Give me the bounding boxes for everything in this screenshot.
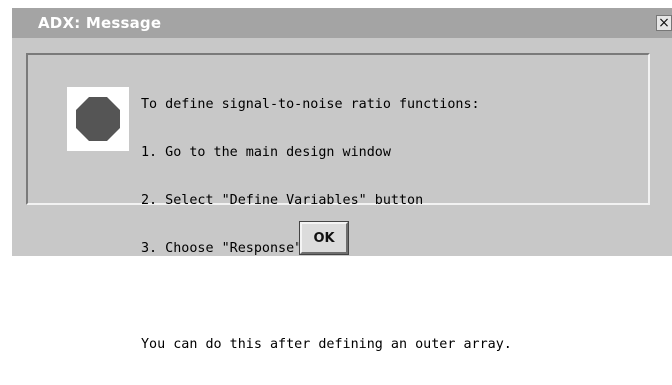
title-bar[interactable]: ADX: Message × xyxy=(12,8,672,38)
stop-octagon-icon xyxy=(76,97,120,141)
message-note: You can do this after defining an outer … xyxy=(141,337,512,352)
message-line: To define signal-to-noise ratio function… xyxy=(141,97,480,112)
message-gap xyxy=(141,289,512,305)
message-line: 1. Go to the main design window xyxy=(141,145,391,160)
ok-button[interactable]: OK xyxy=(299,221,349,255)
window-title: ADX: Message xyxy=(38,14,162,32)
message-line: 2. Select "Define Variables" button xyxy=(141,193,424,208)
stop-icon xyxy=(67,87,129,151)
message-dialog: ADX: Message × To define signal-to-noise… xyxy=(12,8,672,352)
close-button[interactable]: × xyxy=(656,15,672,31)
message-panel: To define signal-to-noise ratio function… xyxy=(26,53,650,352)
